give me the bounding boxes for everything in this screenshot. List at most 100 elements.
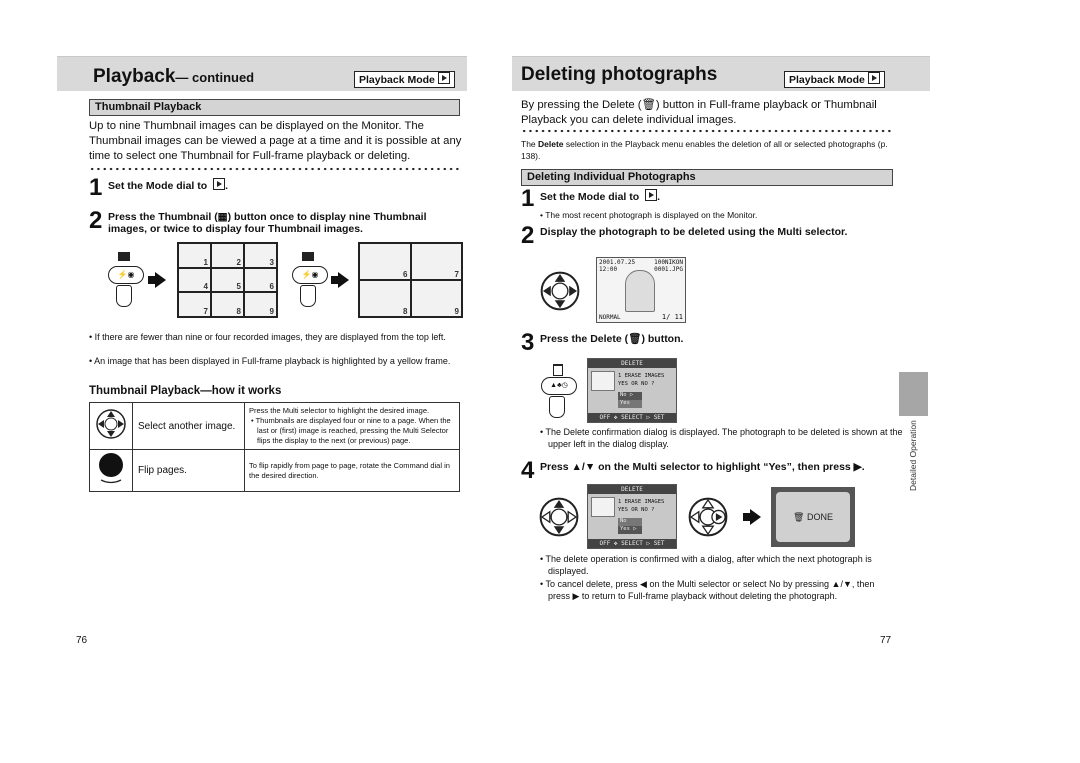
how-it-works-title: Thumbnail Playback—how it works bbox=[89, 385, 282, 397]
bullet-text: The delete operation is confirmed with a… bbox=[545, 554, 872, 576]
done-display: 🗑 DONE bbox=[771, 487, 855, 547]
thumbnail-cell: 9 bbox=[245, 293, 276, 316]
thumbnail-cell: 6 bbox=[360, 244, 410, 279]
dialog-line2: YES OR NO ? bbox=[618, 507, 655, 513]
footer-select: SELECT bbox=[621, 414, 643, 421]
mode-label: Playback Mode bbox=[789, 74, 865, 86]
title-main: Playback bbox=[93, 66, 176, 87]
thumbnail-number: 4 bbox=[203, 282, 208, 292]
dialog-option-no[interactable]: No ▷ bbox=[618, 392, 642, 400]
desc-bullet-text: Thumbnails are displayed four or nine to… bbox=[255, 416, 451, 445]
dialog-title: DELETE bbox=[588, 359, 676, 368]
thumbnail-number: 5 bbox=[236, 282, 241, 292]
thumbnail-button-icon bbox=[118, 252, 130, 261]
step-text: Set the Mode dial to bbox=[540, 191, 640, 203]
dialog-option-no[interactable]: No bbox=[618, 518, 642, 526]
side-tab-marker bbox=[899, 372, 928, 416]
dialog-option-yes[interactable]: Yes bbox=[618, 400, 642, 408]
right-page-title: Deleting photographs bbox=[521, 64, 717, 86]
bullet-text: To cancel delete, press ◀ on the Multi s… bbox=[545, 579, 875, 601]
arrow-right-icon bbox=[743, 509, 761, 525]
flash-button: ⚡◉ bbox=[108, 266, 144, 284]
thumbnail-cell: 8 bbox=[360, 281, 410, 316]
arrow-right-icon bbox=[331, 272, 349, 288]
step-number: 4 bbox=[521, 457, 535, 484]
footer-select: SELECT bbox=[621, 540, 643, 547]
dialog-title: DELETE bbox=[588, 485, 676, 494]
step-text: Display the photograph to be deleted usi… bbox=[540, 226, 848, 238]
thumbnail-cell: 5 bbox=[212, 268, 243, 292]
footer-set: SET bbox=[653, 414, 665, 421]
portrait-image bbox=[625, 270, 655, 312]
delete-dialog-display: DELETE 1 ERASE IMAGES YES OR NO ? No ▷ Y… bbox=[587, 358, 677, 423]
table-cell-description: To flip rapidly from page to page, rotat… bbox=[244, 449, 460, 492]
lcd-date: 2001.07.25 bbox=[599, 259, 636, 266]
intro-paragraph: Up to nine Thumbnail images can be displ… bbox=[89, 120, 462, 162]
thumbnail-cell: 6 bbox=[245, 268, 276, 292]
thumbnail-number: 8 bbox=[236, 306, 241, 316]
step-number: 1 bbox=[89, 174, 103, 201]
table-row: Select another image. Press the Multi se… bbox=[89, 402, 460, 450]
page-number-left: 76 bbox=[76, 635, 88, 646]
bullet-text: An image that has been displayed in Full… bbox=[94, 356, 451, 366]
step-text: Press ▲/▼ on the Multi selector to highl… bbox=[540, 461, 865, 473]
dialog-line2: YES OR NO ? bbox=[618, 381, 655, 387]
thumbnail-number: 3 bbox=[269, 257, 274, 267]
step-3: 3 Press the Delete (🗑) button. bbox=[521, 329, 891, 359]
thumbnail-cell: 2 bbox=[212, 244, 243, 267]
thumbnail-number: 7 bbox=[454, 270, 459, 279]
dotted-divider bbox=[89, 167, 461, 171]
bullet-item: • An image that has been displayed in Fu… bbox=[89, 356, 451, 366]
bullet-item: • The delete operation is confirmed with… bbox=[540, 554, 872, 576]
step-1: 1 Set the Mode dial to . bbox=[89, 174, 229, 201]
monitor-photo-display: 2001.07.25 12:00 100NIKON 0001.JPG NORMA… bbox=[596, 257, 686, 323]
lcd-quality: NORMAL bbox=[599, 314, 621, 321]
table-cell-action: Select another image. bbox=[132, 402, 245, 450]
step-number: 2 bbox=[521, 222, 535, 249]
dialog-thumbnail bbox=[591, 371, 615, 391]
option-label: Yes bbox=[620, 526, 630, 532]
title-suffix: — continued bbox=[175, 70, 255, 85]
trash-icon: 🗑 bbox=[793, 512, 805, 522]
delete-trash-icon bbox=[553, 364, 563, 376]
dialog-line1: 1 ERASE IMAGES bbox=[618, 373, 665, 379]
left-page-title: Playback— continued bbox=[93, 66, 254, 88]
thumbnail-number: 2 bbox=[236, 257, 241, 267]
how-it-works-table: Select another image. Press the Multi se… bbox=[89, 402, 460, 492]
table-row: Flip pages. To flip rapidly from page to… bbox=[89, 449, 460, 492]
section-heading: Thumbnail Playback bbox=[89, 99, 460, 116]
step-number: 3 bbox=[521, 329, 535, 356]
step-number: 2 bbox=[89, 207, 103, 234]
thumbnail-cell: 7 bbox=[179, 293, 210, 316]
delete-dialog-yes-display: DELETE 1 ERASE IMAGES YES OR NO ? No Yes… bbox=[587, 484, 677, 549]
footer-set: SET bbox=[653, 540, 665, 547]
option-label: Yes bbox=[620, 400, 630, 406]
thumbnail-button-icon bbox=[302, 252, 314, 261]
step-text: Set the Mode dial to bbox=[108, 180, 208, 192]
thumbnail-number: 9 bbox=[454, 307, 459, 316]
bullet-item: • If there are fewer than nine or four r… bbox=[89, 332, 446, 342]
step-4: 4 Press ▲/▼ on the Multi selector to hig… bbox=[521, 457, 901, 487]
intro-paragraph: By pressing the Delete (🗑) button in Ful… bbox=[521, 99, 877, 126]
arrow-right-icon bbox=[148, 272, 166, 288]
play-icon bbox=[645, 189, 658, 201]
four-thumbnail-grid: 6 7 8 9 bbox=[358, 242, 463, 318]
desc-text: Press the Multi selector to highlight th… bbox=[249, 406, 430, 415]
multi-selector-icon bbox=[89, 402, 133, 450]
multi-selector-right-icon bbox=[687, 496, 729, 543]
thumbnail-cell: 9 bbox=[411, 281, 461, 316]
pointing-hand-icon bbox=[300, 285, 316, 307]
step-2: 2 Display the photograph to be deleted u… bbox=[521, 222, 891, 252]
thumbnail-number: 8 bbox=[403, 307, 408, 316]
thumbnail-cell: 1 bbox=[179, 244, 210, 267]
side-tab-label: Detailed Operation bbox=[904, 420, 924, 495]
mode-label: Playback Mode bbox=[359, 74, 435, 86]
bullet-text: The most recent photograph is displayed … bbox=[545, 210, 758, 220]
lcd-folder: 100NIKON bbox=[654, 259, 683, 266]
thumbnail-number: 6 bbox=[403, 270, 408, 279]
dialog-option-yes[interactable]: Yes ▷ bbox=[618, 526, 642, 534]
option-label: No bbox=[620, 518, 627, 524]
bullet-item: • The most recent photograph is displaye… bbox=[540, 210, 758, 220]
bullet-item: • The Delete confirmation dialog is disp… bbox=[540, 427, 903, 449]
pointing-hand-icon bbox=[549, 396, 565, 418]
